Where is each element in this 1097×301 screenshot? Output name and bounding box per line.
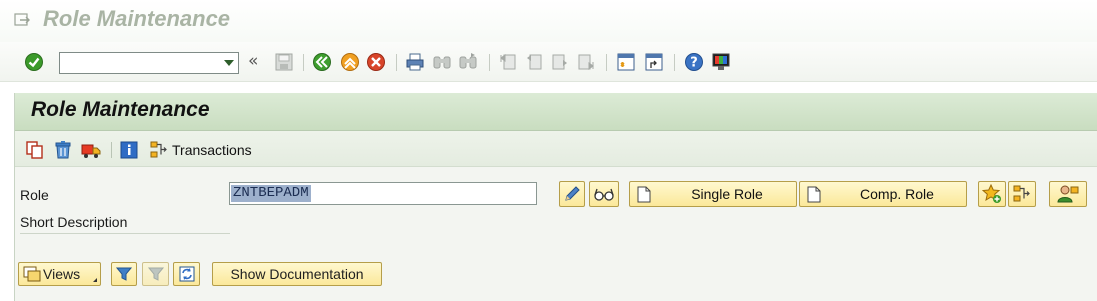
back-icon[interactable] (312, 52, 332, 72)
role-label: Role (20, 187, 49, 203)
toolbar-separator (606, 54, 607, 71)
single-role-button[interactable]: Single Role (629, 181, 797, 207)
transactions-label: Transactions (172, 142, 252, 158)
toolbar-separator (396, 54, 397, 71)
change-button[interactable] (559, 181, 585, 207)
previous-page-icon[interactable] (524, 52, 544, 72)
system-toolbar: « ? (0, 42, 1097, 82)
reset-filter-button[interactable] (142, 262, 169, 286)
pencil-icon (565, 186, 580, 201)
next-page-icon[interactable] (550, 52, 570, 72)
display-button[interactable] (589, 181, 619, 207)
chevron-down-icon[interactable] (224, 60, 234, 66)
dropdown-corner-icon (93, 278, 97, 282)
star-add-icon (982, 184, 1001, 203)
window-title-bar: Role Maintenance (0, 0, 1097, 42)
user-assignment-button[interactable] (1049, 181, 1087, 207)
find-next-icon[interactable] (458, 52, 478, 72)
print-icon[interactable] (405, 52, 425, 72)
refresh-button[interactable] (173, 262, 200, 286)
delete-role-icon[interactable] (53, 140, 73, 160)
user-assignment-icon (1057, 185, 1079, 203)
save-icon[interactable] (274, 52, 294, 72)
last-page-icon[interactable] (576, 52, 596, 72)
create-session-icon[interactable] (616, 52, 636, 72)
short-description-field (20, 233, 230, 234)
show-documentation-button[interactable]: Show Documentation (212, 262, 382, 286)
help-icon[interactable]: ? (684, 52, 704, 72)
single-role-label: Single Role (691, 186, 763, 202)
add-to-favorites-button[interactable] (978, 181, 1006, 207)
role-value: ZNTBEPADM (231, 185, 311, 202)
command-field[interactable] (59, 52, 239, 74)
toolbar-separator (303, 54, 304, 71)
collapse-command-field-icon[interactable]: « (248, 51, 258, 71)
window-title: Role Maintenance (43, 6, 231, 31)
views-button[interactable]: Views (18, 262, 101, 286)
reset-filter-icon (147, 267, 164, 281)
main-frame: Role Maintenance Transactions Role ZNTBE… (14, 93, 1097, 301)
enter-icon[interactable] (24, 52, 44, 72)
role-input[interactable]: ZNTBEPADM (229, 182, 537, 205)
first-page-icon[interactable] (498, 52, 518, 72)
document-icon (637, 186, 651, 203)
command-input[interactable] (60, 53, 218, 73)
filter-button[interactable] (111, 262, 137, 286)
svg-text:?: ? (690, 56, 698, 71)
toolbar-separator (674, 54, 675, 71)
short-description-label: Short Description (20, 214, 128, 230)
transactions-button[interactable]: Transactions (149, 139, 252, 161)
transactions-icon (1013, 185, 1030, 202)
find-icon[interactable] (432, 52, 452, 72)
glasses-icon (594, 188, 614, 201)
filter-icon (115, 267, 133, 281)
views-icon (23, 266, 41, 282)
application-toolbar: Transactions (15, 131, 1097, 167)
menu-expand-icon[interactable] (14, 13, 30, 27)
composite-role-button[interactable]: Comp. Role (799, 181, 967, 207)
toolbar-separator (489, 54, 490, 71)
customize-layout-icon[interactable] (711, 52, 731, 72)
toolbar-separator (111, 142, 112, 158)
document-icon (807, 186, 821, 203)
cancel-icon[interactable] (366, 52, 386, 72)
views-label: Views (43, 266, 81, 282)
show-documentation-label: Show Documentation (230, 266, 364, 282)
screen-title-bar: Role Maintenance (15, 93, 1097, 131)
composite-role-label: Comp. Role (860, 186, 934, 202)
role-transactions-button[interactable] (1008, 181, 1036, 207)
copy-role-icon[interactable] (25, 140, 45, 160)
transport-role-icon[interactable] (81, 140, 101, 160)
exit-icon[interactable] (340, 52, 360, 72)
screen-title: Role Maintenance (31, 98, 210, 121)
information-icon[interactable] (119, 140, 139, 160)
transactions-icon (150, 141, 167, 158)
shortcut-icon[interactable] (644, 52, 664, 72)
refresh-icon (179, 266, 194, 282)
